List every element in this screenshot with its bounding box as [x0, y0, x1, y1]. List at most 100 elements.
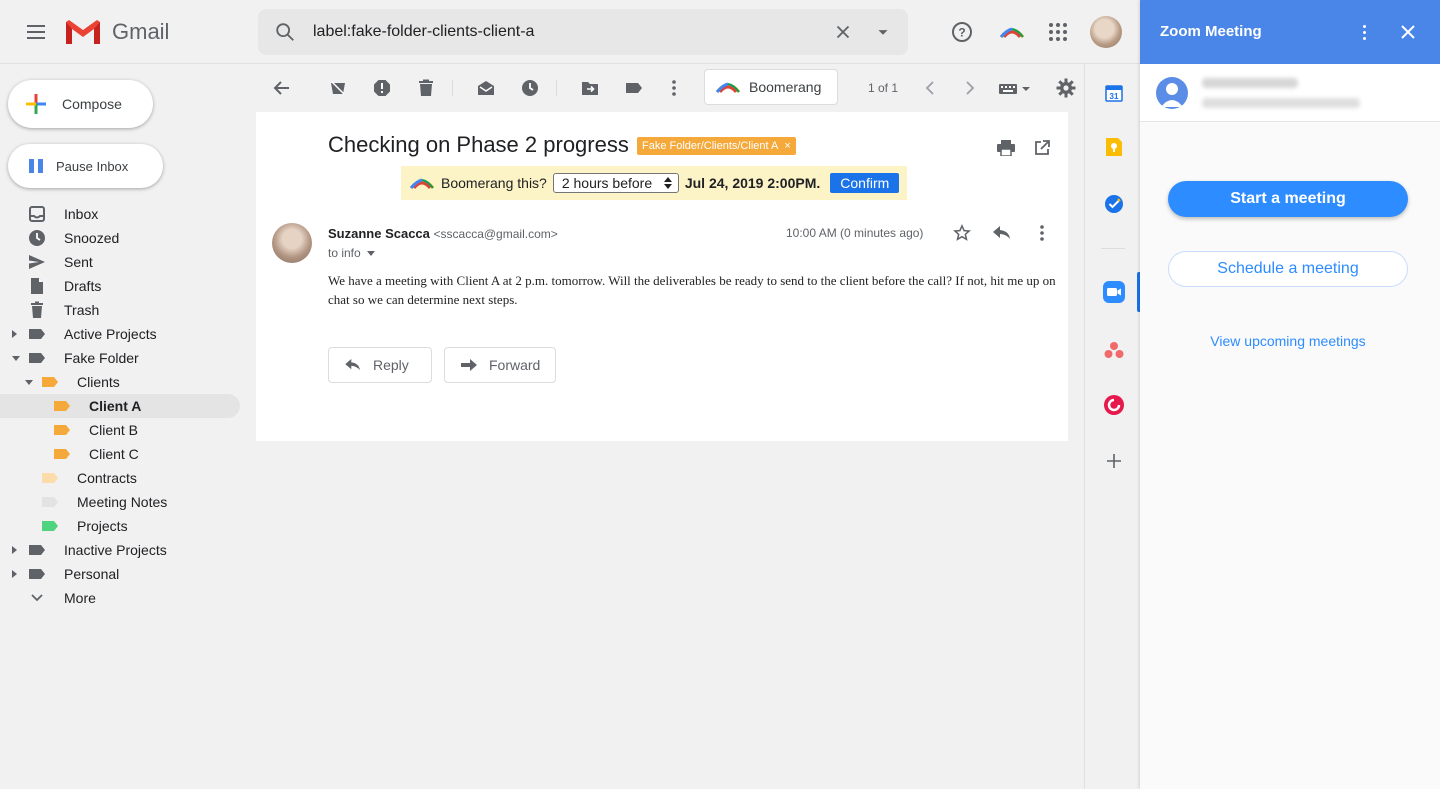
start-meeting-button[interactable]: Start a meeting [1168, 181, 1408, 217]
reply-icon[interactable] [990, 221, 1014, 245]
expand-caret-icon[interactable] [12, 330, 17, 338]
chevron-down-icon [28, 589, 46, 607]
report-spam-icon[interactable] [370, 76, 394, 100]
sidebar-item-client-c[interactable]: Client C [0, 442, 256, 466]
sidebar-item-label: Sent [64, 254, 93, 270]
forward-icon [461, 359, 477, 371]
move-to-icon[interactable] [578, 76, 602, 100]
sidebar-item-client-b[interactable]: Client B [0, 418, 256, 442]
input-tools-keyboard-icon[interactable] [998, 76, 1032, 100]
label-icon [41, 373, 59, 391]
sidebar-item-client-a[interactable]: Client A [0, 394, 240, 418]
sidebar-item-personal[interactable]: Personal [0, 562, 256, 586]
main-menu-button[interactable] [20, 16, 52, 48]
label-icon [41, 517, 59, 535]
sender-avatar[interactable] [272, 223, 312, 263]
sidebar-item-trash[interactable]: Trash [0, 298, 256, 322]
label-chip-text: Fake Folder/Clients/Client A [642, 140, 779, 152]
toolbar-divider [556, 80, 557, 96]
sidebar-item-inactive-projects[interactable]: Inactive Projects [0, 538, 256, 562]
sidebar-item-drafts[interactable]: Drafts [0, 274, 256, 298]
back-arrow-icon[interactable] [270, 76, 294, 100]
delete-icon[interactable] [414, 76, 438, 100]
asana-icon[interactable] [1103, 339, 1125, 361]
calendar-icon[interactable]: 31 [1103, 82, 1125, 104]
search-bar[interactable]: label:fake-folder-clients-client-a [258, 9, 908, 55]
search-input[interactable]: label:fake-folder-clients-client-a [313, 23, 534, 41]
sidebar-item-active-projects[interactable]: Active Projects [0, 322, 256, 346]
zoom-addon-icon[interactable] [1103, 281, 1125, 303]
add-addon-plus-icon[interactable] [1103, 450, 1125, 472]
archive-icon[interactable] [326, 76, 350, 100]
newer-chevron-icon[interactable] [918, 76, 942, 100]
recipients-toggle[interactable]: to info [328, 246, 375, 260]
boomerang-confirm-button[interactable]: Confirm [830, 173, 900, 193]
boomerang-button[interactable]: Boomerang [704, 69, 838, 105]
clear-search-icon[interactable] [832, 21, 854, 46]
pager-count: 1 of 1 [868, 81, 899, 95]
sidebar-item-snoozed[interactable]: Snoozed [0, 226, 256, 250]
email-label-chip[interactable]: Fake Folder/Clients/Client A × [637, 137, 796, 155]
zoom-meeting-panel: Zoom Meeting Start a meeting Schedule a … [1140, 0, 1440, 789]
gmail-logo[interactable]: Gmail [64, 18, 169, 46]
boomerang-logo-icon [715, 82, 741, 93]
sidebar-item-projects[interactable]: Projects [0, 514, 256, 538]
compose-button[interactable]: Compose [8, 80, 153, 128]
sidebar-item-sent[interactable]: Sent [0, 250, 256, 274]
sidebar-item-label: More [64, 590, 96, 606]
snooze-clock-icon[interactable] [518, 76, 542, 100]
collapse-caret-icon[interactable] [12, 355, 20, 361]
sender-name[interactable]: Suzanne Scacca [328, 226, 430, 241]
message-toolbar: Boomerang 1 of 1 [256, 64, 1084, 112]
expand-caret-icon[interactable] [12, 570, 17, 578]
apps-grid-icon[interactable] [1042, 16, 1074, 48]
sender-info: Suzanne Scacca <sscacca@gmail.com> [328, 226, 558, 241]
boomerang-icon[interactable] [996, 16, 1028, 48]
label-icon [53, 421, 71, 439]
sidebar-item-label: Snoozed [64, 230, 120, 246]
pause-icon [29, 159, 43, 173]
sidebar-item-label: Personal [64, 566, 120, 582]
sidebar-item-fake-folder[interactable]: Fake Folder [0, 346, 256, 370]
label-icon [28, 325, 46, 343]
email-subject: Checking on Phase 2 progress [328, 132, 629, 157]
boomerang-date: Jul 24, 2019 2:00PM. [684, 175, 821, 191]
schedule-meeting-button[interactable]: Schedule a meeting [1168, 251, 1408, 287]
account-avatar[interactable] [1090, 16, 1122, 48]
label-icon [28, 565, 46, 583]
labels-icon[interactable] [622, 76, 646, 100]
search-options-icon[interactable] [872, 21, 894, 46]
sidebar-item-inbox[interactable]: Inbox [0, 202, 256, 226]
open-new-window-icon[interactable] [1030, 136, 1054, 160]
sidebar-item-contracts[interactable]: Contracts [0, 466, 256, 490]
zoom-more-vert-icon[interactable] [1352, 20, 1376, 44]
star-icon[interactable] [950, 221, 974, 245]
more-vert-icon[interactable] [662, 76, 686, 100]
remove-label-icon[interactable]: × [784, 140, 790, 152]
mark-unread-icon[interactable] [474, 76, 498, 100]
label-icon [28, 349, 46, 367]
help-icon[interactable]: ? [946, 16, 978, 48]
sidebar-item-clients[interactable]: Clients [0, 370, 256, 394]
sidebar-item-more[interactable]: More [0, 586, 256, 610]
keep-icon[interactable] [1103, 136, 1125, 158]
settings-gear-icon[interactable] [1054, 76, 1078, 100]
sidebar-item-meeting-notes[interactable]: Meeting Notes [0, 490, 256, 514]
todoist-icon[interactable] [1103, 394, 1125, 416]
clock-icon [28, 229, 46, 247]
sidebar-item-label: Projects [77, 518, 128, 534]
zoom-account-info [1140, 64, 1440, 122]
print-icon[interactable] [994, 136, 1018, 160]
view-upcoming-meetings-link[interactable]: View upcoming meetings [1140, 333, 1436, 349]
reply-button[interactable]: Reply [328, 347, 432, 383]
boomerang-time-select[interactable]: 2 hours before [552, 173, 679, 193]
more-vert-icon[interactable] [1030, 221, 1054, 245]
tasks-icon[interactable] [1103, 193, 1125, 215]
collapse-caret-icon[interactable] [25, 379, 33, 385]
search-icon[interactable] [274, 21, 296, 46]
pause-inbox-button[interactable]: Pause Inbox [8, 144, 163, 188]
older-chevron-icon[interactable] [958, 76, 982, 100]
close-icon[interactable] [1396, 20, 1420, 44]
expand-caret-icon[interactable] [12, 546, 17, 554]
forward-button[interactable]: Forward [444, 347, 556, 383]
